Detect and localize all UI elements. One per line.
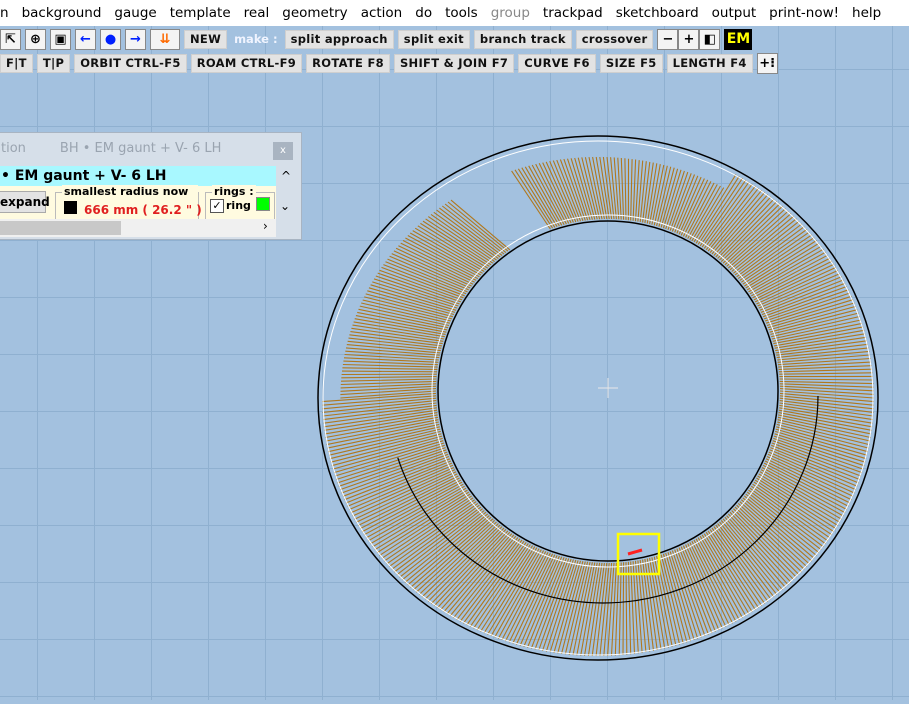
menu-sketchboard[interactable]: sketchboard	[616, 5, 699, 21]
double-down-icon[interactable]: ⇊	[150, 28, 180, 50]
ring-color-swatch[interactable]	[256, 197, 270, 211]
tools-toolbar: F|T T|P ORBIT CTRL-F5 ROAM CTRL-F9 ROTATE F8…	[0, 52, 778, 74]
menu-action[interactable]: action	[361, 5, 403, 21]
peg-marker	[627, 548, 643, 556]
ring-checkbox[interactable]: ✓	[210, 199, 224, 213]
close-button[interactable]: x	[273, 142, 293, 160]
menu-background[interactable]: background	[22, 5, 102, 21]
main-toolbar: ⇱ ⊕ ▣ ← ● → ⇊ NEW make : split approach s…	[0, 28, 753, 50]
menu-printnow[interactable]: print-now!	[769, 5, 839, 21]
mirror-icon[interactable]: ◧	[699, 28, 721, 50]
menu-real[interactable]: real	[244, 5, 270, 21]
template-name: • EM gaunt + V- 6 LH	[0, 166, 276, 186]
scroll-right-icon[interactable]: ›	[263, 219, 268, 233]
make-split-approach-button[interactable]: split approach	[284, 29, 394, 49]
scrollbar-thumb[interactable]	[0, 221, 121, 235]
make-label: make :	[234, 32, 278, 46]
horizontal-scrollbar[interactable]: ›	[0, 219, 276, 237]
panel-title-left: tion	[1, 140, 26, 156]
pointer-icon[interactable]: ⇱	[0, 28, 21, 50]
make-branch-track-button[interactable]: branch track	[473, 29, 572, 49]
info-panel: tion BH • EM gaunt + V- 6 LH x • EM gaun…	[0, 132, 302, 240]
track-drawing	[317, 135, 879, 661]
tool-length-button[interactable]: LENGTH F4	[666, 53, 753, 73]
tool-rotate-button[interactable]: ROTATE F8	[306, 53, 390, 73]
panel-title-bar[interactable]: tion BH • EM gaunt + V- 6 LH	[0, 133, 303, 163]
tool-tp-button[interactable]: T|P	[36, 53, 71, 73]
menu-n[interactable]: n	[0, 5, 9, 21]
drawing-canvas[interactable]	[0, 0, 909, 700]
menu-trackpad[interactable]: trackpad	[543, 5, 603, 21]
rings-group: rings : ✓ ring	[205, 185, 275, 220]
dot-icon[interactable]: ●	[100, 28, 121, 50]
menu-output[interactable]: output	[712, 5, 757, 21]
scroll-up-icon[interactable]: ^	[281, 169, 291, 183]
tool-roam-button[interactable]: ROAM CTRL-F9	[190, 53, 303, 73]
arrow-right-icon[interactable]: →	[125, 28, 146, 50]
tool-shift-button[interactable]: SHIFT & JOIN F7	[393, 53, 515, 73]
tool-ft-button[interactable]: F|T	[0, 53, 33, 73]
rings-legend: rings :	[212, 185, 256, 198]
gauge-em-badge[interactable]: EM	[724, 28, 753, 50]
add-marker-icon[interactable]: +⁝	[756, 52, 778, 74]
tool-curve-button[interactable]: CURVE F6	[518, 53, 596, 73]
zoom-out-button[interactable]: −	[657, 28, 679, 50]
menu-bar: n background gauge template real geometry acti…	[0, 0, 909, 26]
make-crossover-button[interactable]: crossover	[575, 29, 654, 49]
radius-value: 666 mm ( 26.2 " )	[84, 203, 202, 217]
expand-button[interactable]: expand	[0, 191, 50, 213]
menu-gauge[interactable]: gauge	[114, 5, 156, 21]
menu-help[interactable]: help	[852, 5, 881, 21]
menu-template[interactable]: template	[170, 5, 231, 21]
peg-icon[interactable]: ⊕	[25, 28, 46, 50]
panel-title: BH • EM gaunt + V- 6 LH	[59, 140, 222, 156]
make-split-exit-button[interactable]: split exit	[397, 29, 470, 49]
arrow-left-icon[interactable]: ←	[75, 28, 96, 50]
zoom-in-button[interactable]: +	[678, 28, 700, 50]
ring-label: ring	[226, 199, 251, 212]
menu-tools[interactable]: tools	[445, 5, 478, 21]
menu-group[interactable]: group	[491, 5, 530, 21]
radius-group: smallest radius now : 666 mm ( 26.2 " )	[55, 185, 202, 220]
radius-color-swatch[interactable]	[64, 201, 77, 214]
menu-do[interactable]: do	[415, 5, 432, 21]
menu-geometry[interactable]: geometry	[282, 5, 347, 21]
tool-orbit-button[interactable]: ORBIT CTRL-F5	[74, 53, 187, 73]
frame-icon[interactable]: ▣	[50, 28, 71, 50]
scroll-down-icon[interactable]: ⌄	[280, 199, 290, 213]
new-button[interactable]: NEW	[184, 29, 228, 49]
tool-size-button[interactable]: SIZE F5	[599, 53, 663, 73]
center-cross-icon	[598, 378, 618, 398]
